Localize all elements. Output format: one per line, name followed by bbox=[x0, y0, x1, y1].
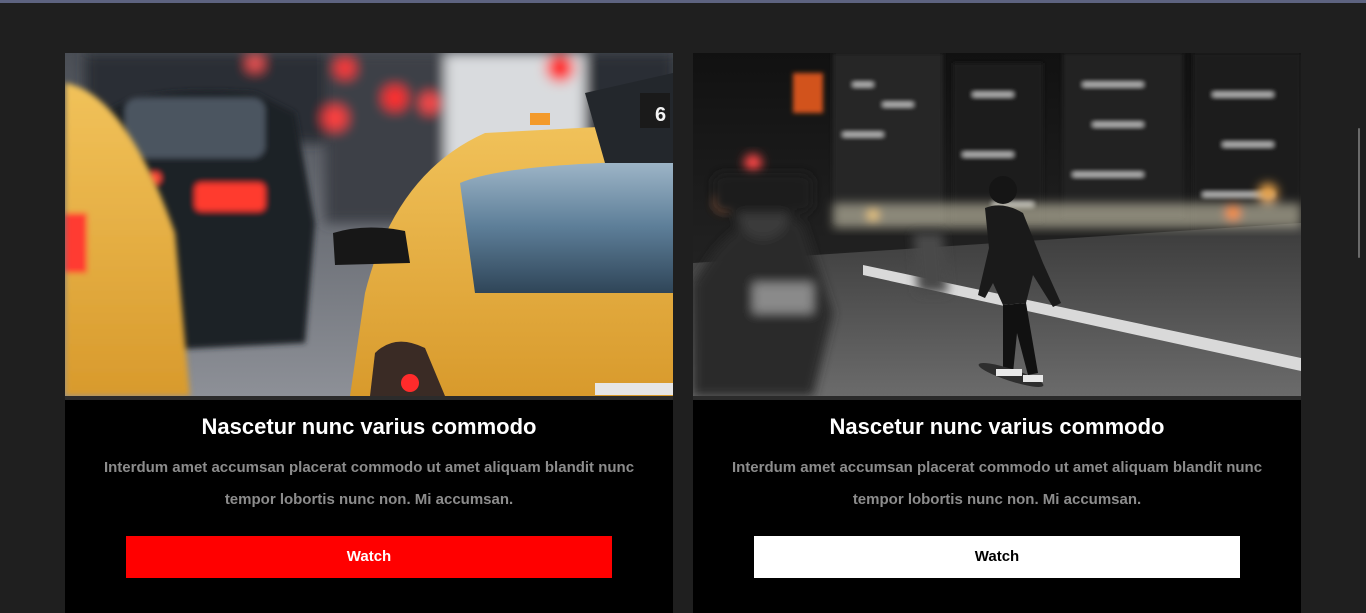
scrollbar-thumb[interactable] bbox=[1358, 128, 1360, 258]
card-divider bbox=[693, 396, 1301, 400]
night-skateboarder-photo[interactable] bbox=[693, 53, 1301, 396]
video-card-2: Nascetur nunc varius commodo Interdum am… bbox=[693, 53, 1301, 613]
watch-button[interactable]: Watch bbox=[126, 536, 612, 578]
watch-button[interactable]: Watch bbox=[754, 536, 1240, 578]
card-divider bbox=[65, 396, 673, 400]
top-accent-bar bbox=[0, 0, 1366, 3]
card-description: Interdum amet accumsan placerat commodo … bbox=[103, 459, 635, 508]
card-description: Interdum amet accumsan placerat commodo … bbox=[731, 459, 1263, 508]
card-title: Nascetur nunc varius commodo bbox=[829, 414, 1165, 439]
taxi-traffic-photo[interactable]: 6 bbox=[65, 53, 673, 396]
card-title: Nascetur nunc varius commodo bbox=[201, 414, 537, 439]
video-card-1: 6 Nascetur nunc varius commodo Interdum … bbox=[65, 53, 673, 613]
svg-text:6: 6 bbox=[655, 104, 666, 126]
